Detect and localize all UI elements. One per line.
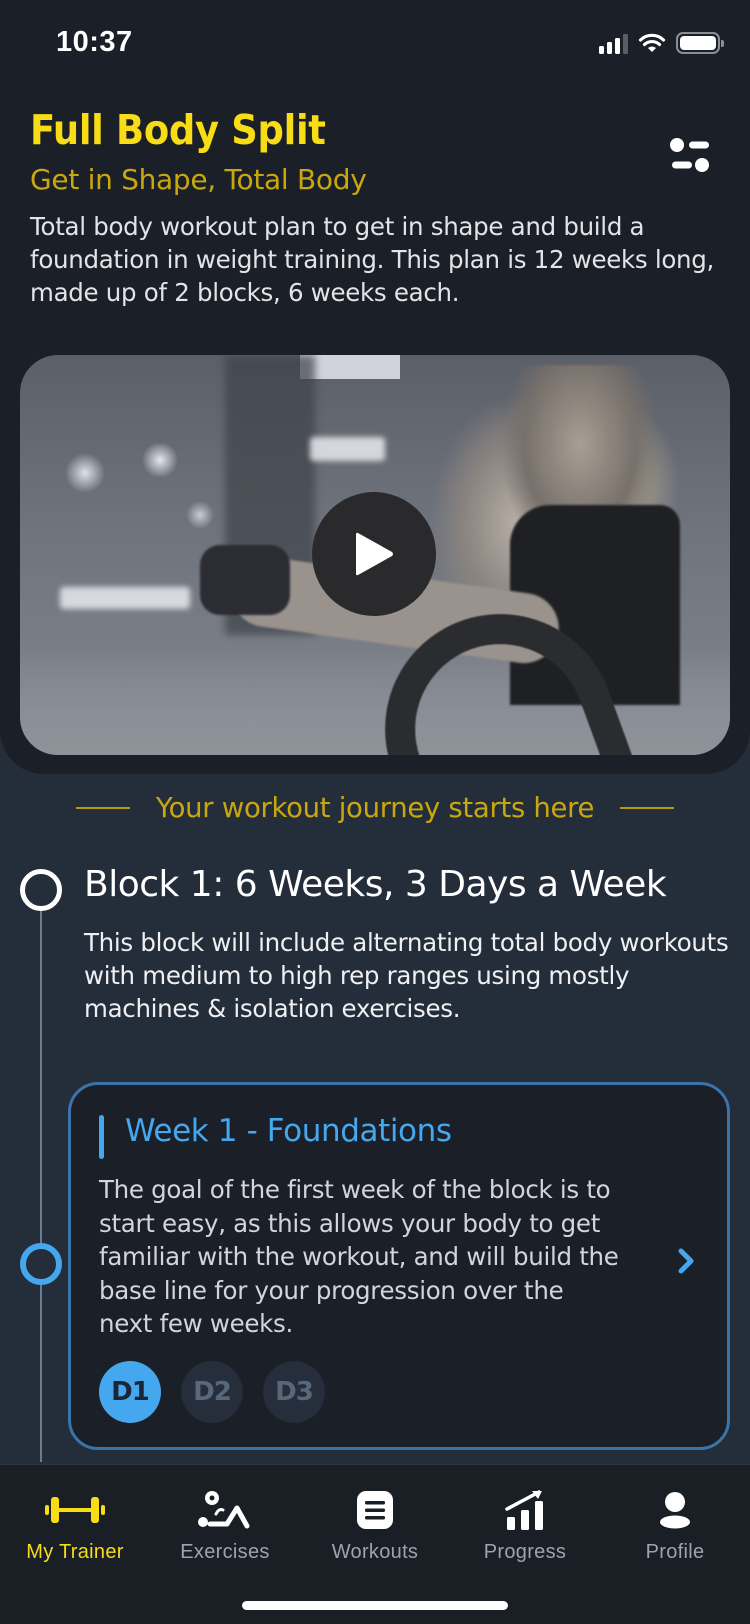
status-time: 10:37 xyxy=(56,26,133,58)
week-accent-bar xyxy=(99,1115,104,1159)
tab-label: Workouts xyxy=(331,1541,419,1563)
journey-divider: Your workout journey starts here xyxy=(0,792,750,824)
week-card[interactable]: Week 1 - Foundations The goal of the fir… xyxy=(68,1082,730,1450)
journey-label: Your workout journey starts here xyxy=(155,792,595,824)
tab-profile[interactable]: Profile xyxy=(600,1465,750,1575)
video-subject xyxy=(200,545,290,615)
video-background xyxy=(60,587,190,609)
battery-icon xyxy=(676,32,724,54)
chart-icon xyxy=(505,1490,543,1530)
person-icon xyxy=(660,1492,690,1529)
block-description: This block will include alternating tota… xyxy=(84,928,729,1023)
wifi-icon xyxy=(638,33,666,52)
sliders-icon xyxy=(670,138,709,172)
divider-line xyxy=(620,807,675,809)
block-title: Block 1: 6 Weeks, 3 Days a Week xyxy=(84,864,667,905)
sliders-button[interactable] xyxy=(668,135,714,175)
week-title: Week 1 - Foundations xyxy=(125,1113,452,1149)
tab-label: Profile xyxy=(645,1541,705,1563)
chevron-right-icon[interactable] xyxy=(675,1245,699,1277)
tab-workouts[interactable]: Workouts xyxy=(300,1465,450,1575)
day-selector: D1 D2 D3 xyxy=(99,1361,325,1423)
video-background xyxy=(310,437,385,461)
tab-label: My Trainer xyxy=(26,1541,124,1563)
tab-bar: My Trainer Exercises Workouts Progress P… xyxy=(0,1464,750,1624)
home-indicator[interactable] xyxy=(242,1601,508,1610)
status-icons xyxy=(599,32,724,54)
play-button[interactable] xyxy=(312,492,436,616)
week-timeline-node xyxy=(20,1243,62,1285)
timeline-line xyxy=(40,898,42,1462)
tab-my-trainer[interactable]: My Trainer xyxy=(0,1465,150,1575)
day-button-d2[interactable]: D2 xyxy=(181,1361,243,1423)
day-button-d1[interactable]: D1 xyxy=(99,1361,161,1423)
week-description: The goal of the first week of the block … xyxy=(99,1175,619,1338)
divider-line xyxy=(75,807,130,809)
tab-label: Progress xyxy=(483,1541,567,1563)
plan-subtitle: Get in Shape, Total Body xyxy=(30,163,367,196)
day-button-d3[interactable]: D3 xyxy=(263,1361,325,1423)
cellular-signal-icon xyxy=(599,32,628,54)
dumbbell-icon xyxy=(45,1497,105,1523)
tab-progress[interactable]: Progress xyxy=(450,1465,600,1575)
tab-label: Exercises xyxy=(180,1541,270,1563)
tab-exercises[interactable]: Exercises xyxy=(150,1465,300,1575)
plan-description: Total body workout plan to get in shape … xyxy=(30,212,715,307)
play-icon xyxy=(356,532,393,576)
list-icon xyxy=(357,1491,393,1529)
block-timeline-node xyxy=(20,869,62,911)
plan-title: Full Body Split xyxy=(30,106,326,154)
exercise-icon xyxy=(198,1491,250,1529)
